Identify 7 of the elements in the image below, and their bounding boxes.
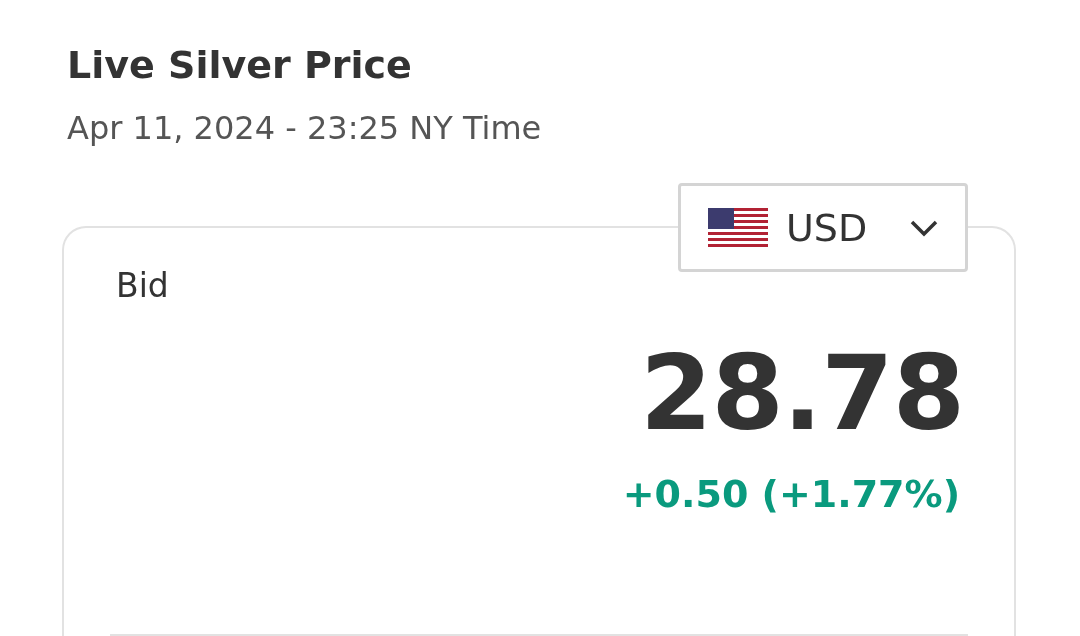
bid-price: 28.78 [640,338,964,448]
price-change: +0.50 (+1.77%) [622,471,960,518]
page-title: Live Silver Price [67,42,413,89]
us-flag-icon [708,208,768,247]
currency-dropdown[interactable]: USD [678,183,968,272]
timestamp: Apr 11, 2024 - 23:25 NY Time [67,108,543,148]
bid-label: Bid [116,266,169,306]
